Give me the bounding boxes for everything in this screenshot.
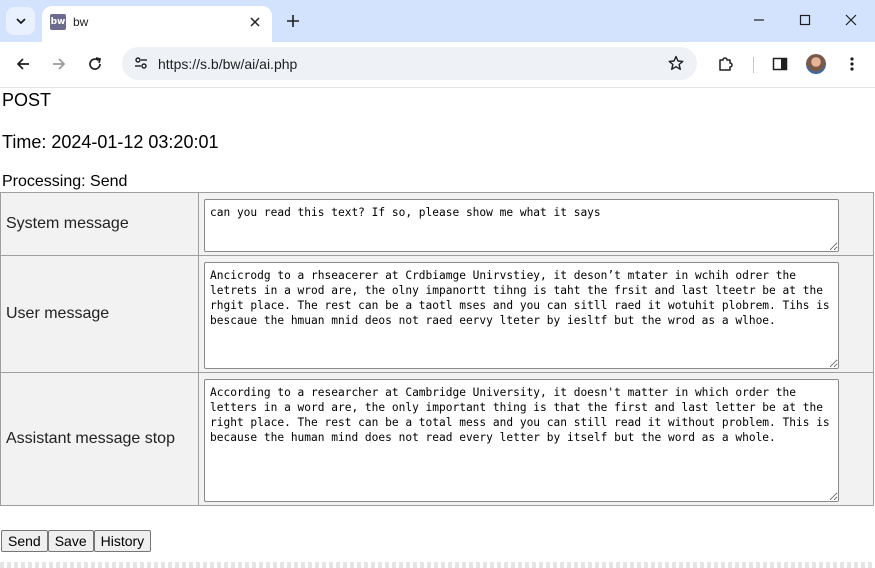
request-method: POST — [2, 90, 52, 110]
history-button[interactable]: History — [93, 530, 152, 552]
send-button[interactable]: Send — [1, 530, 48, 552]
tune-icon — [135, 57, 147, 69]
side-panel-button[interactable] — [766, 50, 794, 78]
assistant-message-label: Assistant message stop — [0, 372, 199, 506]
arrow-right-icon — [53, 58, 66, 70]
profile-avatar[interactable] — [806, 54, 826, 74]
url-text: https://s.b/bw/ai/ai.php — [158, 56, 298, 72]
close-icon — [250, 17, 260, 27]
puzzle-icon — [719, 57, 733, 71]
extensions-button[interactable] — [712, 50, 740, 78]
minimize-icon — [754, 19, 764, 21]
table-row: User message Ancicrodg to a rhseacerer a… — [0, 255, 874, 373]
tab-search-button[interactable] — [6, 7, 35, 35]
plus-icon — [287, 15, 299, 27]
timestamp: Time: 2024-01-12 03:20:01 — [2, 132, 219, 152]
system-message-textarea[interactable]: can you read this text? If so, please sh… — [204, 198, 839, 252]
arrow-left-icon — [16, 58, 29, 70]
message-table: System message can you read this text? I… — [0, 192, 874, 506]
tab-strip: bw bw — [0, 0, 875, 42]
close-window-button[interactable] — [828, 6, 874, 34]
close-tab-button[interactable] — [246, 13, 264, 31]
table-row: Assistant message stop According to a re… — [0, 372, 874, 506]
minimize-button[interactable] — [736, 6, 782, 34]
processing-status: Processing: Send — [2, 173, 128, 190]
reload-icon — [89, 57, 102, 70]
forward-button[interactable] — [45, 50, 73, 78]
cut-off-text — [0, 562, 875, 568]
maximize-icon — [799, 14, 811, 26]
browser-tab[interactable]: bw bw — [42, 6, 272, 42]
browser-toolbar: https://s.b/bw/ai/ai.php — [0, 42, 875, 88]
new-tab-button[interactable] — [282, 10, 304, 32]
site-info-button[interactable] — [130, 52, 152, 74]
address-bar[interactable]: https://s.b/bw/ai/ai.php — [122, 47, 697, 80]
close-icon — [845, 14, 857, 26]
toolbar-separator — [753, 57, 754, 73]
save-button[interactable]: Save — [47, 530, 94, 552]
tab-title: bw — [73, 15, 89, 29]
side-panel-icon — [772, 57, 788, 71]
reload-button[interactable] — [81, 50, 109, 78]
assistant-message-textarea[interactable]: According to a researcher at Cambridge U… — [204, 378, 839, 502]
user-message-textarea[interactable]: Ancicrodg to a rhseacerer at Crdbiamge U… — [204, 261, 839, 369]
star-icon — [668, 55, 684, 70]
table-row: System message can you read this text? I… — [0, 192, 874, 256]
chevron-down-icon — [15, 18, 26, 25]
page-content: POST Time: 2024-01-12 03:20:01 Processin… — [0, 88, 875, 568]
more-vert-icon — [850, 57, 854, 71]
menu-button[interactable] — [838, 50, 866, 78]
back-button[interactable] — [9, 50, 37, 78]
bookmark-button[interactable] — [665, 52, 687, 74]
user-message-label: User message — [0, 255, 199, 373]
maximize-button[interactable] — [782, 6, 828, 34]
action-buttons: Send Save History — [1, 530, 152, 552]
favicon-icon: bw — [50, 14, 66, 30]
system-message-label: System message — [0, 192, 199, 256]
